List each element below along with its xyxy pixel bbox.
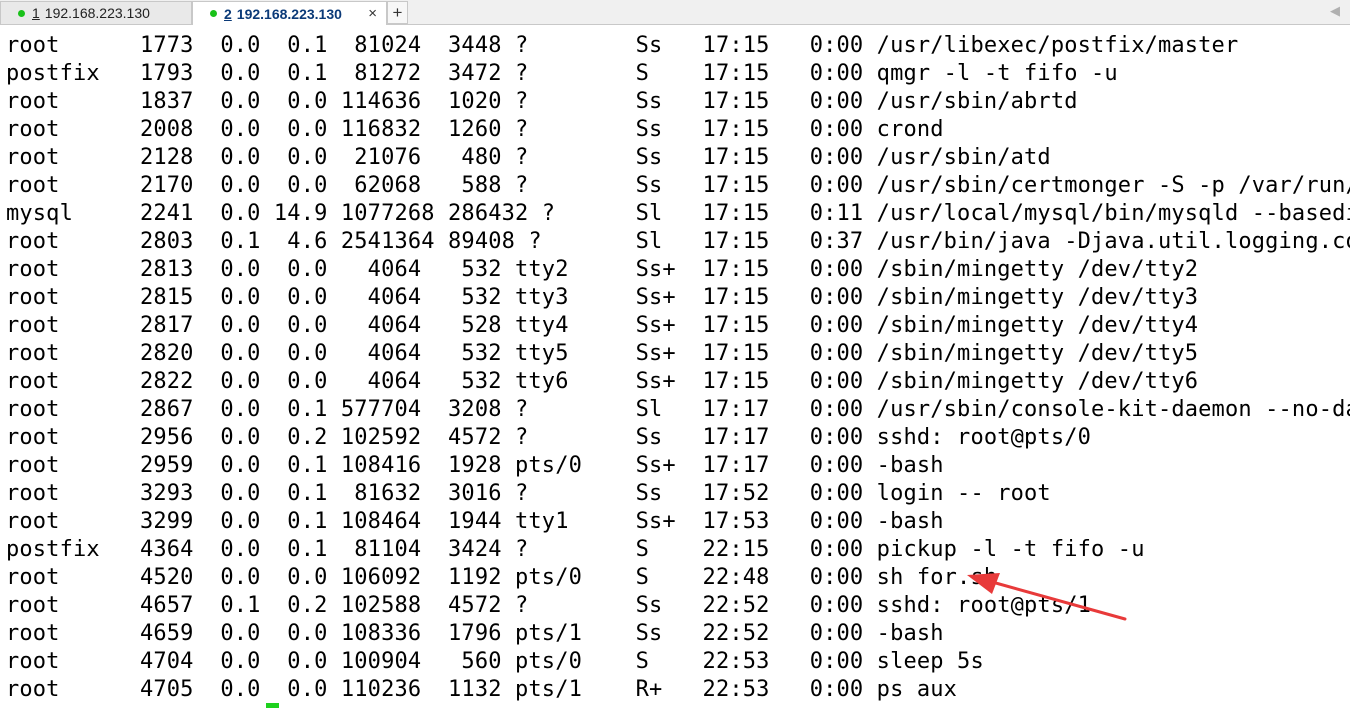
process-line: root 1837 0.0 0.0 114636 1020 ? Ss 17:15…	[6, 89, 1078, 114]
process-line: root 2813 0.0 0.0 4064 532 tty2 Ss+ 17:1…	[6, 257, 1199, 282]
tab-label: 192.168.223.130	[44, 5, 150, 21]
process-line: root 2956 0.0 0.2 102592 4572 ? Ss 17:17…	[6, 425, 1092, 450]
tab-session-2[interactable]: 2 192.168.223.130 ×	[192, 1, 387, 25]
tab-bar: 1 192.168.223.130 2 192.168.223.130 × + …	[0, 0, 1350, 25]
tab-number: 1	[32, 5, 40, 21]
new-tab-button[interactable]: +	[387, 1, 408, 24]
process-line: root 2170 0.0 0.0 62068 588 ? Ss 17:15 0…	[6, 173, 1350, 198]
process-line-highlighted: root 4520 0.0 0.0 106092 1192 pts/0 S 22…	[6, 565, 998, 590]
tab-label: 192.168.223.130	[236, 5, 342, 22]
process-line: root 3299 0.0 0.1 108464 1944 tty1 Ss+ 1…	[6, 509, 944, 534]
process-line: root 3293 0.0 0.1 81632 3016 ? Ss 17:52 …	[6, 481, 1051, 506]
process-line: mysql 2241 0.0 14.9 1077268 286432 ? Sl …	[6, 201, 1350, 226]
process-line: root 2803 0.1 4.6 2541364 89408 ? Sl 17:…	[6, 229, 1350, 254]
close-tab-icon[interactable]: ×	[368, 5, 377, 22]
process-line: root 2867 0.0 0.1 577704 3208 ? Sl 17:17…	[6, 397, 1350, 422]
process-line: root 2817 0.0 0.0 4064 528 tty4 Ss+ 17:1…	[6, 313, 1199, 338]
process-line: root 2959 0.0 0.1 108416 1928 pts/0 Ss+ …	[6, 453, 944, 478]
process-line: root 2820 0.0 0.0 4064 532 tty5 Ss+ 17:1…	[6, 341, 1199, 366]
process-line: root 4704 0.0 0.0 100904 560 pts/0 S 22:…	[6, 649, 984, 674]
terminal-cursor	[266, 703, 279, 708]
scroll-left-icon[interactable]: ◀	[1330, 3, 1340, 19]
process-line: root 2815 0.0 0.0 4064 532 tty3 Ss+ 17:1…	[6, 285, 1199, 310]
process-line: root 2128 0.0 0.0 21076 480 ? Ss 17:15 0…	[6, 145, 1051, 170]
tab-session-1[interactable]: 1 192.168.223.130	[0, 1, 192, 24]
tab-number: 2	[224, 5, 232, 22]
process-line: root 2008 0.0 0.0 116832 1260 ? Ss 17:15…	[6, 117, 944, 142]
process-line: postfix 4364 0.0 0.1 81104 3424 ? S 22:1…	[6, 537, 1145, 562]
process-line: root 4705 0.0 0.0 110236 1132 pts/1 R+ 2…	[6, 677, 958, 702]
terminal-output[interactable]: root 1773 0.0 0.1 81024 3448 ? Ss 17:15 …	[0, 32, 1350, 709]
connected-status-icon	[210, 10, 217, 17]
process-line: postfix 1793 0.0 0.1 81272 3472 ? S 17:1…	[6, 61, 1118, 86]
process-line: root 4659 0.0 0.0 108336 1796 pts/1 Ss 2…	[6, 621, 944, 646]
process-line: root 1773 0.0 0.1 81024 3448 ? Ss 17:15 …	[6, 33, 1239, 58]
process-line: root 2822 0.0 0.0 4064 532 tty6 Ss+ 17:1…	[6, 369, 1199, 394]
process-line: root 4657 0.1 0.2 102588 4572 ? Ss 22:52…	[6, 593, 1092, 618]
connected-status-icon	[18, 9, 25, 17]
